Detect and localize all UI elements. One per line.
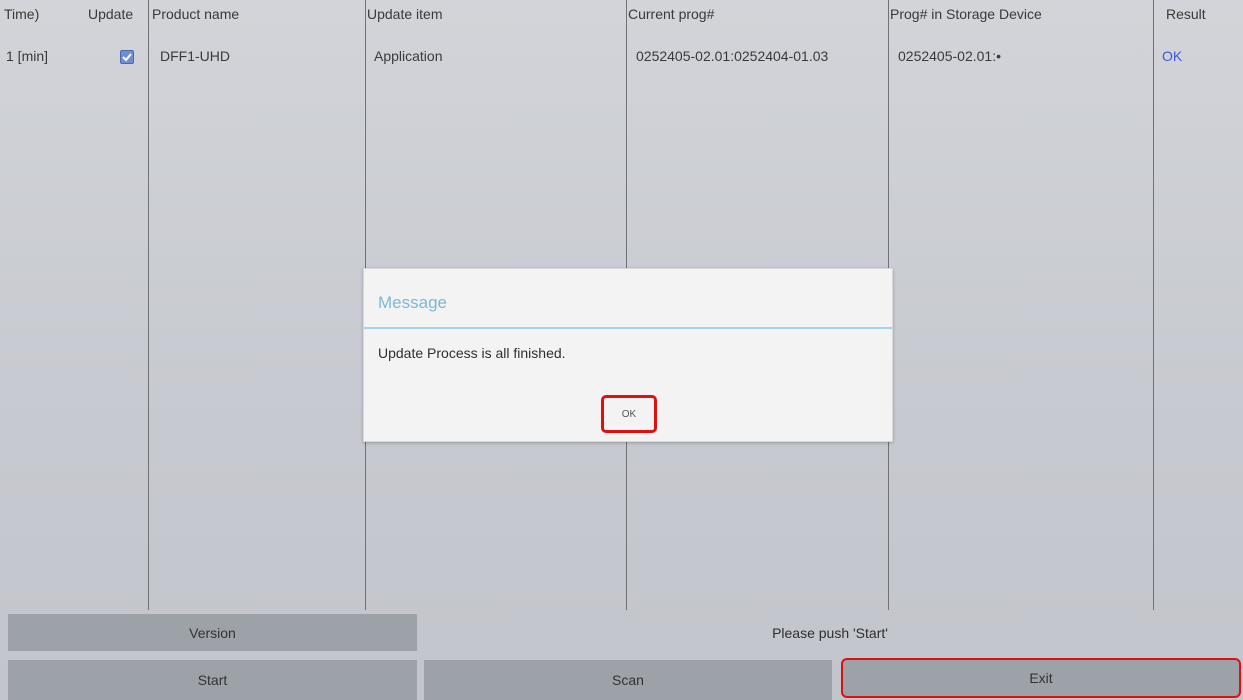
cell-time: 1 [min] <box>6 48 49 64</box>
header-product-name: Product name <box>152 6 240 22</box>
header-time: Time) <box>4 6 40 22</box>
header-update-item: Update item <box>367 6 443 22</box>
cell-product-name: DFF1-UHD <box>160 48 230 64</box>
cell-result: OK <box>1162 48 1183 64</box>
checkmark-icon <box>122 53 132 62</box>
column-divider <box>1153 0 1154 610</box>
message-dialog: Message Update Process is all finished. … <box>363 268 893 442</box>
dialog-ok-button[interactable]: OK <box>601 395 657 433</box>
header-current-prog: Current prog# <box>628 6 715 22</box>
scan-button[interactable]: Scan <box>424 660 832 700</box>
version-button[interactable]: Version <box>8 614 417 651</box>
header-update: Update <box>88 6 134 22</box>
dialog-divider <box>364 327 892 329</box>
column-divider <box>148 0 149 610</box>
cell-current-prog: 0252405-02.01:0252404-01.03 <box>636 48 829 64</box>
start-button[interactable]: Start <box>8 660 417 700</box>
header-prog-storage: Prog# in Storage Device <box>890 6 1042 22</box>
header-result: Result <box>1166 6 1206 22</box>
dialog-title: Message <box>378 293 447 312</box>
screen: Time) Update Product name Update item Cu… <box>0 0 1243 700</box>
exit-button[interactable]: Exit <box>841 658 1241 698</box>
update-checkbox[interactable] <box>120 50 134 64</box>
dialog-message: Update Process is all finished. <box>378 345 566 361</box>
cell-update-item: Application <box>374 48 443 64</box>
cell-prog-storage: 0252405-02.01:• <box>898 48 1001 64</box>
status-text: Please push 'Start' <box>772 624 888 641</box>
